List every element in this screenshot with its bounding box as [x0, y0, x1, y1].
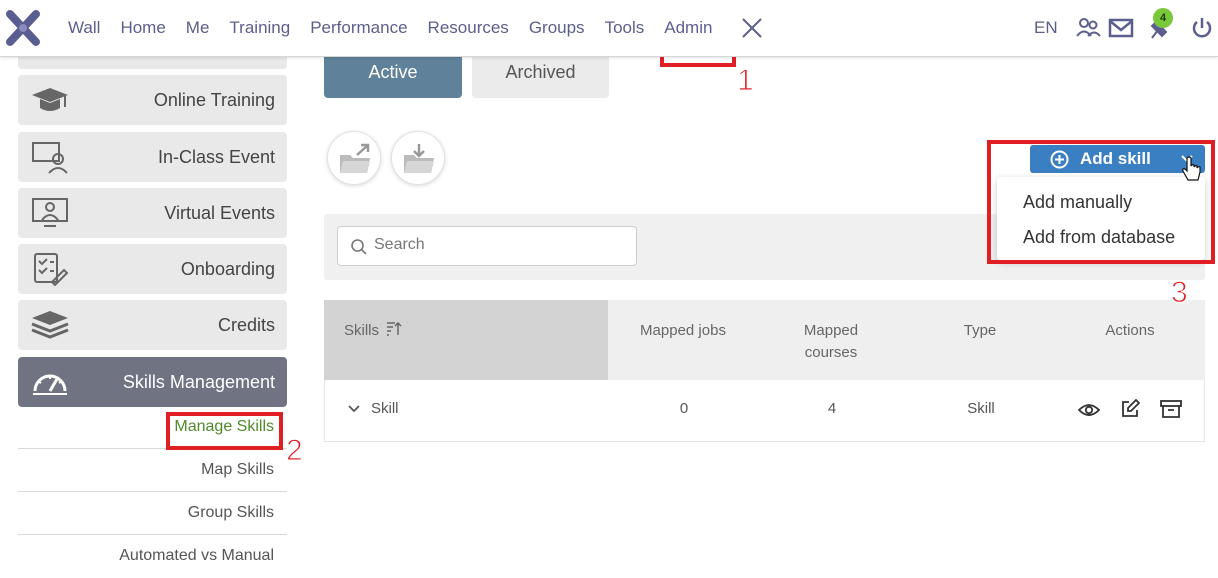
- folder-import-icon: [404, 144, 434, 173]
- sidebar-item-skills-management[interactable]: Skills Management: [18, 357, 287, 407]
- main-nav: Wall Home Me Training Performance Resour…: [58, 0, 722, 56]
- cell-skill-name: Skill: [371, 400, 399, 417]
- edit-icon[interactable]: [1120, 399, 1140, 419]
- subnav-map-skills[interactable]: Map Skills: [18, 449, 287, 492]
- nav-me[interactable]: Me: [176, 0, 220, 56]
- app-logo-icon[interactable]: [6, 10, 40, 46]
- gauge-icon: [33, 374, 67, 395]
- column-mapped-jobs: Mapped jobs: [640, 322, 726, 339]
- sidebar-item-credits[interactable]: Credits: [18, 300, 287, 350]
- sidebar-item-virtual-events[interactable]: Virtual Events: [18, 188, 287, 238]
- graduation-cap-icon: [32, 88, 68, 111]
- subnav-automated-vs-manual[interactable]: Automated vs Manual: [18, 535, 287, 578]
- nav-resources[interactable]: Resources: [418, 0, 519, 56]
- view-eye-icon[interactable]: [1078, 401, 1100, 419]
- nav-home[interactable]: Home: [110, 0, 175, 56]
- hand-pointer-cursor-icon: [1182, 156, 1201, 181]
- sidebar-item-label: Skills Management: [122, 372, 275, 392]
- top-navigation-bar: Wall Home Me Training Performance Resour…: [0, 0, 1218, 57]
- users-group-icon[interactable]: [1075, 16, 1101, 40]
- annotation-label-2: 2: [286, 434, 304, 468]
- annotation-label-3: 3: [1171, 276, 1189, 310]
- column-type: Type: [963, 322, 997, 339]
- table-row: Skill 0 4 Skill: [324, 380, 1205, 442]
- folder-export-icon: [340, 143, 370, 173]
- nav-wall[interactable]: Wall: [58, 0, 110, 56]
- search-input[interactable]: [374, 236, 624, 254]
- sidebar-item-online-training[interactable]: Online Training: [18, 75, 287, 125]
- nav-admin[interactable]: Admin: [654, 0, 722, 56]
- cell-mapped-jobs: 0: [679, 400, 689, 417]
- column-mapped-courses: Mapped courses: [771, 320, 891, 364]
- column-mapped-courses-line2: courses: [804, 344, 858, 361]
- tab-active[interactable]: Active: [324, 52, 462, 98]
- notification-badge: 4: [1153, 8, 1173, 28]
- column-actions: Actions: [1105, 322, 1155, 339]
- nav-groups[interactable]: Groups: [519, 0, 595, 56]
- cell-type: Skill: [967, 400, 995, 417]
- table-header: Skills Mapped jobs Mapped courses Type A…: [324, 300, 1205, 380]
- checklist-icon: [34, 253, 69, 286]
- subnav-label: Automated vs Manual: [119, 547, 274, 564]
- annotation-box-manage-skills: [166, 412, 283, 450]
- sidebar-item-label: Virtual Events: [164, 203, 275, 223]
- subnav-group-skills[interactable]: Group Skills: [18, 492, 287, 535]
- mail-icon[interactable]: [1108, 16, 1134, 40]
- subnav-label: Map Skills: [201, 461, 274, 478]
- export-button[interactable]: [327, 131, 381, 185]
- sidebar-item-onboarding[interactable]: Onboarding: [18, 244, 287, 294]
- close-icon[interactable]: [740, 16, 764, 40]
- sidebar-item-label: In-Class Event: [157, 147, 275, 167]
- power-icon[interactable]: [1189, 16, 1215, 40]
- expand-chevron-icon[interactable]: [347, 404, 361, 414]
- classroom-presenter-icon: [32, 142, 68, 174]
- monitor-presenter-icon: [32, 198, 68, 227]
- annotation-label-1: 1: [737, 64, 755, 98]
- sidebar-item-label: Online Training: [153, 90, 275, 110]
- column-mapped-courses-line1: Mapped: [803, 322, 859, 339]
- stacked-layers-icon: [31, 311, 69, 339]
- subnav-label: Group Skills: [187, 504, 274, 521]
- sort-icon[interactable]: [386, 322, 402, 336]
- column-skills-label: Skills: [344, 322, 380, 339]
- search-box: [337, 226, 637, 266]
- sidebar-item-label: Onboarding: [180, 259, 275, 279]
- language-selector[interactable]: EN: [1034, 18, 1058, 38]
- nav-tools[interactable]: Tools: [595, 0, 655, 56]
- column-skills[interactable]: Skills: [324, 300, 608, 380]
- sidebar-item-in-class-event[interactable]: In-Class Event: [18, 132, 287, 182]
- cell-mapped-courses: 4: [827, 400, 837, 417]
- search-icon: [351, 239, 367, 255]
- import-button[interactable]: [391, 131, 445, 185]
- sidebar-item-label: Credits: [217, 315, 275, 335]
- nav-training[interactable]: Training: [219, 0, 300, 56]
- nav-performance[interactable]: Performance: [300, 0, 417, 56]
- tab-archived[interactable]: Archived: [472, 52, 609, 98]
- archive-icon[interactable]: [1160, 400, 1182, 418]
